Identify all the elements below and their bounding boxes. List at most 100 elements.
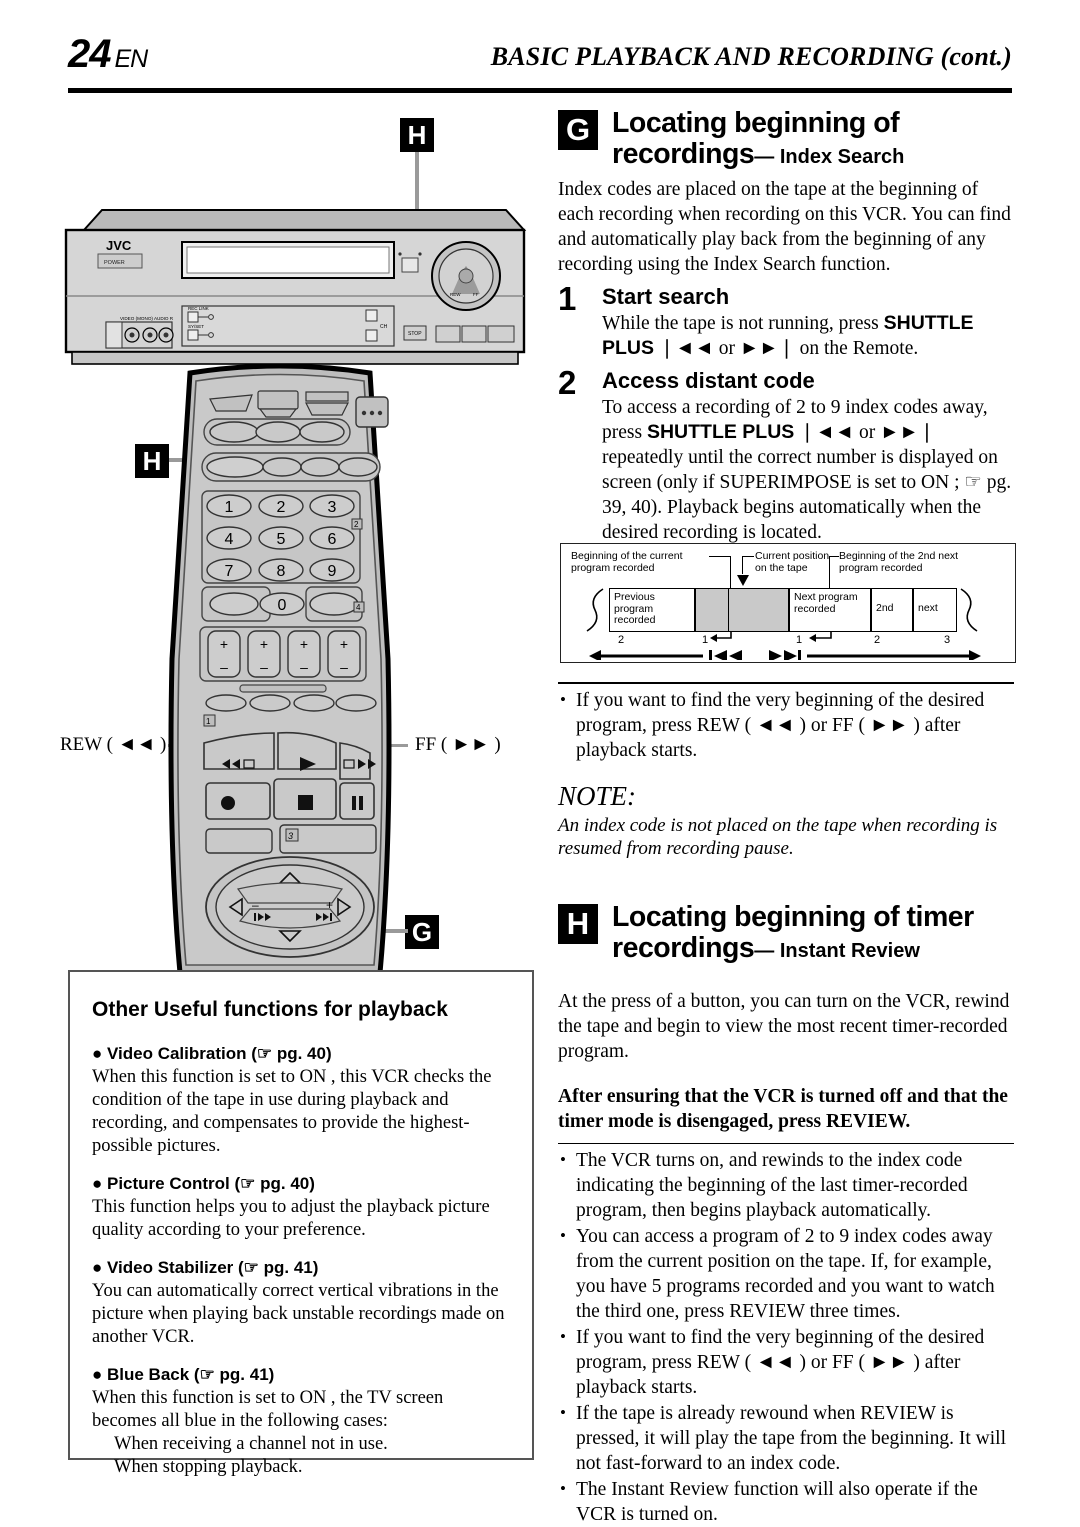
section-h-title: Locating beginning of timer recordings— …: [612, 900, 1014, 967]
step-1-body-pre: While the tape is not running, press: [602, 313, 884, 334]
tape-tick: 1: [795, 634, 803, 646]
tape-left-squiggle-icon: [586, 588, 604, 632]
step-1-body: While the tape is not running, press SHU…: [602, 311, 1014, 361]
diagram-hook-arrow-left-icon: [710, 632, 732, 642]
useful-item: ● Picture Control (☞ pg. 40) This functi…: [92, 1174, 510, 1242]
diagram-label-right: Beginning of the 2nd next program record…: [839, 550, 959, 574]
svg-text:SY/SET: SY/SET: [188, 324, 204, 329]
diagram-label-left: Beginning of the current program recorde…: [571, 550, 683, 574]
section-h-title-line1: Locating beginning of timer: [612, 900, 974, 933]
diagram-leader-left-h: [709, 556, 731, 558]
diagram-hook-arrow-right-icon: [809, 632, 832, 642]
useful-functions-title: Other Useful functions for playback: [92, 998, 448, 1021]
svg-text:–: –: [252, 898, 259, 912]
useful-item-subline: When receiving a channel not in use.: [114, 1434, 388, 1454]
tape-segment-current: [729, 588, 789, 632]
svg-text:1: 1: [206, 717, 211, 726]
svg-text:5: 5: [277, 531, 286, 548]
step-2-title: Access distant code: [602, 368, 815, 393]
section-h-bullet: If you want to find the very beginning o…: [558, 1324, 1014, 1400]
tape-right-squiggle-icon: [960, 588, 978, 632]
section-g-rule: [558, 682, 1014, 684]
useful-item: ● Video Calibration (☞ pg. 40) When this…: [92, 1044, 510, 1158]
diagram-arrow-down-icon: [737, 575, 749, 586]
tape-tick: 3: [943, 634, 951, 646]
tape-segment: Next program recorded: [789, 588, 871, 632]
svg-text:VIDEO (MONO) AUDIO R: VIDEO (MONO) AUDIO R: [120, 316, 174, 321]
note-heading: NOTE:: [558, 780, 637, 811]
svg-text:JVC: JVC: [106, 238, 132, 253]
useful-functions-box: Other Useful functions for playback ● Vi…: [68, 970, 534, 1477]
useful-item-body: You can automatically correct vertical v…: [92, 1281, 505, 1347]
svg-text:+: +: [340, 636, 348, 652]
tape-segment: 2nd: [871, 588, 913, 632]
svg-text:1: 1: [225, 499, 234, 516]
figure-marker-h-vcr: H: [400, 118, 434, 152]
useful-item: ● Video Stabilizer (☞ pg. 41) You can au…: [92, 1258, 510, 1349]
manual-page: 24 EN BASIC PLAYBACK AND RECORDING (cont.…: [0, 0, 1080, 1526]
left-figure-column: H JVC POWER REW FF REC LINK SY/SET CH VI…: [60, 104, 540, 976]
step-2-body: To access a recording of 2 to 9 index co…: [602, 395, 1014, 545]
right-text-column: G Locating beginning of recordings— Inde…: [558, 108, 1014, 1527]
step-1: 1 Start search While the tape is not run…: [558, 280, 1014, 361]
svg-text:STOP: STOP: [408, 331, 422, 337]
section-g-bullet: If you want to find the very beginning o…: [558, 687, 1014, 763]
svg-text:+: +: [220, 636, 228, 652]
page-title: BASIC PLAYBACK AND RECORDING (cont.): [490, 42, 1012, 71]
note-body: An index code is not placed on the tape …: [558, 814, 998, 859]
section-h-heading: H Locating beginning of timer recordings…: [558, 900, 1014, 967]
svg-text:4: 4: [356, 603, 361, 612]
section-h-bullet: If the tape is already rewound when REVI…: [558, 1400, 1014, 1476]
svg-text:REW: REW: [450, 292, 461, 297]
svg-text:+: +: [260, 636, 268, 652]
useful-item: ● Blue Back (☞ pg. 41) When this functio…: [92, 1365, 510, 1479]
section-g-heading: G Locating beginning of recordings— Inde…: [558, 108, 1014, 173]
useful-item-head: ● Video Calibration (☞ pg. 40): [92, 1044, 332, 1063]
svg-text:0: 0: [278, 597, 287, 614]
useful-item-head: ● Picture Control (☞ pg. 40): [92, 1174, 315, 1193]
tape-segment: next: [913, 588, 957, 632]
header-divider: [68, 88, 1012, 93]
svg-text:–: –: [260, 659, 268, 675]
section-h-bullet: The VCR turns on, and rewinds to the ind…: [558, 1147, 1014, 1223]
useful-item-head: ● Video Stabilizer (☞ pg. 41): [92, 1258, 319, 1277]
diagram-leader-mid-h: [742, 556, 754, 558]
svg-text:2: 2: [354, 520, 359, 529]
svg-text:+: +: [300, 636, 308, 652]
svg-text:6: 6: [328, 531, 337, 548]
section-h-bullet: The Instant Review function will also op…: [558, 1476, 1014, 1527]
section-h-title-sub: — Instant Review: [754, 939, 920, 962]
remote-illustration: 1 2 3 4 5 6 7 8 9 2 0 4 +– +– +– +– 1 3 …: [168, 363, 392, 976]
tape-segment: Previous program recorded: [609, 588, 695, 632]
svg-text:FF: FF: [473, 292, 479, 297]
svg-text:3: 3: [288, 831, 293, 841]
svg-text:CH: CH: [380, 324, 388, 330]
step-1-number: 1: [558, 280, 577, 317]
section-h-title-line2: recordings: [612, 931, 755, 964]
diagram-label-mid: Current position on the tape: [755, 550, 830, 574]
step-2-body-bold: SHUTTLE PLUS: [646, 421, 795, 443]
tape-tick: 2: [873, 634, 881, 646]
tape-index-diagram: Beginning of the current program recorde…: [560, 543, 1016, 663]
useful-item-body: This function helps you to adjust the pl…: [92, 1197, 490, 1240]
step-1-body-post: ❘◄◄ or ►►❘ on the Remote.: [654, 338, 919, 359]
svg-text:+: +: [326, 898, 333, 912]
svg-text:7: 7: [225, 563, 234, 580]
svg-text:2: 2: [277, 499, 286, 516]
page-number: 24 EN: [68, 32, 148, 76]
svg-text:–: –: [300, 659, 308, 675]
section-g-title-line2: recordings: [612, 138, 755, 170]
tape-segment: [695, 588, 729, 632]
page-header: 24 EN BASIC PLAYBACK AND RECORDING (cont.…: [68, 32, 1012, 92]
section-g-title-line1: Locating beginning of: [612, 107, 900, 139]
svg-text:REC LINK: REC LINK: [188, 306, 209, 311]
useful-item-body: When this function is set to ON , the TV…: [92, 1388, 444, 1431]
section-h-emphasis: After ensuring that the VCR is turned of…: [558, 1085, 1008, 1132]
svg-text:–: –: [220, 659, 228, 675]
useful-item-subline: When stopping playback.: [114, 1457, 303, 1477]
section-badge-g: G: [558, 110, 598, 150]
diagram-direction-arrows: [589, 650, 981, 660]
tape-strip: Previous program recorded Next program r…: [586, 588, 983, 632]
svg-text:9: 9: [328, 563, 337, 580]
section-g-title: Locating beginning of recordings— Index …: [612, 108, 1014, 173]
